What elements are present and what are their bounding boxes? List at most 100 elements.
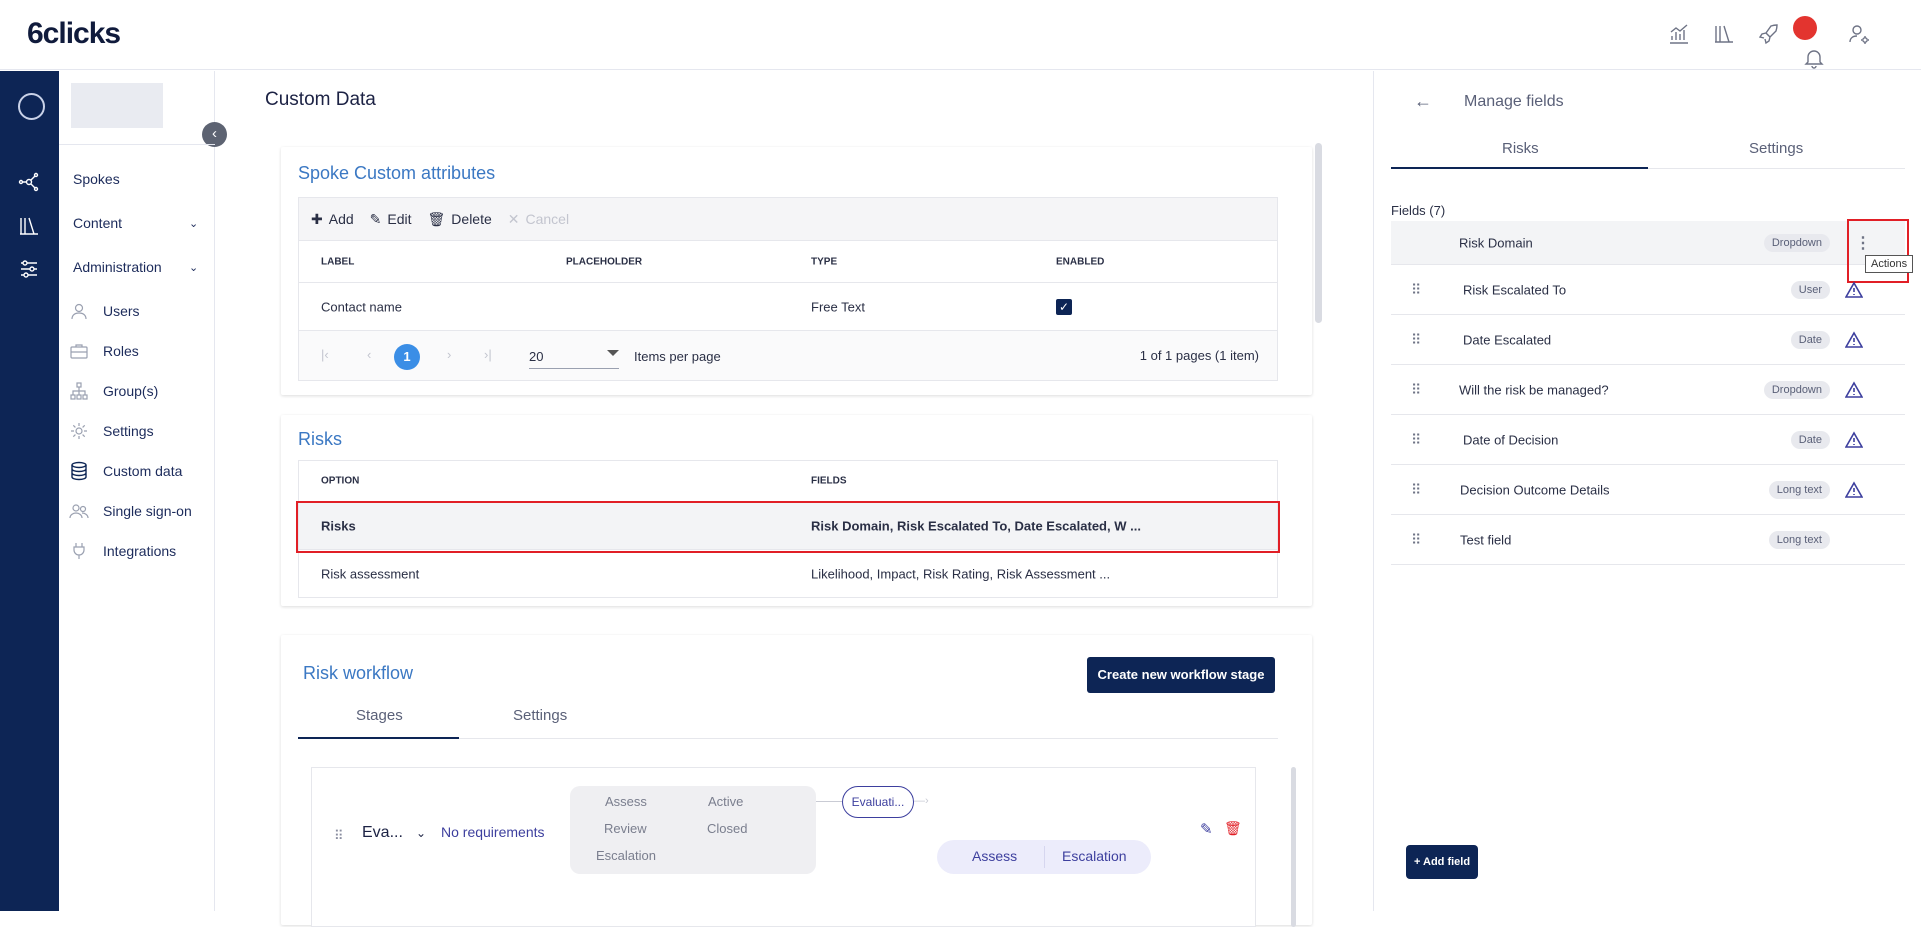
- drag-handle-icon[interactable]: ⠿: [1411, 431, 1421, 448]
- edit-stage-icon[interactable]: ✎: [1200, 820, 1213, 838]
- scrollbar[interactable]: [1291, 767, 1296, 927]
- cell-fields: Risk Domain, Risk Escalated To, Date Esc…: [811, 518, 1141, 533]
- warning-icon: [1844, 480, 1864, 499]
- panel-tabs: Risks Settings: [1391, 119, 1905, 169]
- manage-fields-panel: ← Manage fields Risks Settings Fields (7…: [1373, 71, 1921, 911]
- table-row[interactable]: Contact name Free Text ✓: [298, 283, 1278, 331]
- app-logo[interactable]: 6clicks: [27, 17, 121, 51]
- requirements-link[interactable]: No requirements: [441, 824, 545, 840]
- nav-item-administration[interactable]: Administration: [73, 259, 162, 275]
- next-page-icon[interactable]: ›: [447, 347, 451, 362]
- prev-page-icon[interactable]: ‹: [367, 347, 371, 362]
- add-button[interactable]: ✚ Add: [311, 211, 354, 228]
- cancel-button[interactable]: ✕ Cancel: [508, 211, 569, 228]
- last-page-icon[interactable]: ›|: [484, 347, 492, 362]
- warning-icon: [1844, 280, 1864, 299]
- sidebar-item-roles[interactable]: Roles: [103, 343, 139, 359]
- delete-button[interactable]: 🗑 Delete: [428, 211, 492, 228]
- rocket-icon[interactable]: [1757, 22, 1781, 46]
- create-workflow-stage-button[interactable]: Create new workflow stage: [1087, 657, 1275, 693]
- workflow-stage[interactable]: ⠿ Eva... ⌄ No requirements Assess Active…: [311, 767, 1256, 927]
- field-row[interactable]: ⠿ Test field Long text: [1391, 515, 1905, 565]
- current-page[interactable]: 1: [394, 344, 420, 370]
- spokes-icon[interactable]: [17, 170, 41, 194]
- notification-dot: [1793, 16, 1817, 40]
- sidebar-item-users[interactable]: Users: [103, 303, 140, 319]
- table-row[interactable]: Risks Risk Domain, Risk Escalated To, Da…: [298, 502, 1278, 550]
- library-icon[interactable]: [1712, 22, 1736, 46]
- avatar[interactable]: [18, 93, 45, 120]
- analytics-icon[interactable]: [1667, 22, 1691, 46]
- side-nav: ‹ Spokes Content ⌄ Administration ⌄ User…: [59, 71, 227, 911]
- drag-handle-icon[interactable]: ⠿: [1411, 331, 1421, 348]
- drag-handle-icon[interactable]: ⠿: [1411, 281, 1421, 298]
- add-field-button[interactable]: + Add field: [1406, 845, 1478, 879]
- sidebar-item-single-sign-on[interactable]: Single sign-on: [103, 503, 192, 519]
- divider: [1044, 846, 1045, 868]
- drag-handle-icon[interactable]: ⠿: [1411, 381, 1421, 398]
- drag-handle-icon[interactable]: ⠿: [1411, 531, 1421, 548]
- nav-item-spokes[interactable]: Spokes: [73, 171, 120, 187]
- kebab-menu-icon[interactable]: ⋮: [1855, 233, 1871, 253]
- card-title: Spoke Custom attributes: [298, 163, 496, 183]
- field-row[interactable]: Risk Domain Dropdown ⋮: [1391, 221, 1905, 265]
- pager: |‹ ‹ 1 › ›| 20 Items per page 1 of 1 pag…: [298, 331, 1278, 381]
- chevron-down-icon[interactable]: ⌄: [189, 217, 198, 230]
- page-size-select[interactable]: 20: [529, 345, 619, 369]
- user-settings-icon[interactable]: [1847, 22, 1871, 46]
- transition-label[interactable]: Escalation: [1062, 848, 1127, 864]
- field-type-badge: Date: [1790, 430, 1830, 449]
- field-row[interactable]: ⠿ Will the risk be managed? Dropdown: [1391, 365, 1905, 415]
- field-row[interactable]: ⠿ Risk Escalated To User: [1391, 265, 1905, 315]
- risk-workflow-card: Risk workflow Create new workflow stage …: [281, 635, 1312, 927]
- nav-item-content[interactable]: Content: [73, 215, 122, 231]
- field-name: Risk Escalated To: [1463, 282, 1567, 297]
- field-row[interactable]: ⠿ Date Escalated Date: [1391, 315, 1905, 365]
- next-stage-pill[interactable]: Evaluati...: [842, 786, 914, 818]
- column-header[interactable]: OPTION: [321, 476, 359, 487]
- chevron-down-icon[interactable]: ⌄: [416, 826, 426, 840]
- top-bar: 6clicks: [0, 0, 1921, 70]
- column-header[interactable]: FIELDS: [811, 476, 847, 487]
- back-arrow-icon[interactable]: ←: [1414, 91, 1432, 112]
- drag-handle-icon[interactable]: ⠿: [1411, 481, 1421, 498]
- field-type-badge: Dropdown: [1763, 233, 1830, 252]
- first-page-icon[interactable]: |‹: [321, 347, 329, 362]
- column-header[interactable]: TYPE: [811, 256, 837, 267]
- top-icon-group: [1667, 16, 1871, 69]
- status-label: Review: [604, 821, 647, 836]
- connector-line: [816, 801, 842, 802]
- sidebar-item-groups[interactable]: Group(s): [103, 383, 158, 399]
- trash-icon: 🗑: [427, 210, 446, 227]
- drag-handle-icon[interactable]: ⠿: [334, 828, 343, 844]
- column-header[interactable]: PLACEHOLDER: [566, 256, 642, 267]
- tab-settings[interactable]: Settings: [1749, 140, 1803, 157]
- sidebar-item-integrations[interactable]: Integrations: [103, 543, 176, 559]
- chevron-down-icon[interactable]: ⌄: [189, 261, 198, 274]
- transition-label[interactable]: Assess: [972, 848, 1017, 864]
- edit-button[interactable]: ✎ Edit: [370, 211, 412, 228]
- tab-risks[interactable]: Risks: [1502, 140, 1539, 157]
- content-library-icon[interactable]: [17, 214, 41, 238]
- column-header[interactable]: LABEL: [321, 256, 354, 267]
- table-row[interactable]: Risk assessment Likelihood, Impact, Risk…: [298, 550, 1278, 598]
- field-row[interactable]: ⠿ Date of Decision Date: [1391, 415, 1905, 465]
- sidebar-item-settings[interactable]: Settings: [103, 423, 154, 439]
- delete-stage-icon[interactable]: 🗑: [1224, 820, 1242, 837]
- bell-icon[interactable]: [1793, 16, 1826, 69]
- grid-header: OPTION FIELDS: [298, 460, 1278, 502]
- stage-name[interactable]: Eva...: [362, 824, 403, 842]
- sidebar-item-custom-data[interactable]: Custom data: [103, 463, 182, 479]
- scrollbar[interactable]: [1315, 143, 1322, 323]
- tab-stages[interactable]: Stages: [356, 707, 403, 724]
- administration-sliders-icon[interactable]: [17, 257, 41, 281]
- field-name: Test field: [1460, 532, 1512, 547]
- column-header[interactable]: ENABLED: [1056, 256, 1104, 267]
- close-icon: ✕: [507, 210, 520, 227]
- cell-label: Contact name: [321, 299, 402, 314]
- tab-settings[interactable]: Settings: [513, 707, 567, 724]
- enabled-checkbox[interactable]: ✓: [1056, 298, 1072, 315]
- field-type-badge: User: [1790, 280, 1830, 299]
- workflow-tabs: Stages Settings: [298, 695, 1278, 739]
- field-row[interactable]: ⠿ Decision Outcome Details Long text: [1391, 465, 1905, 515]
